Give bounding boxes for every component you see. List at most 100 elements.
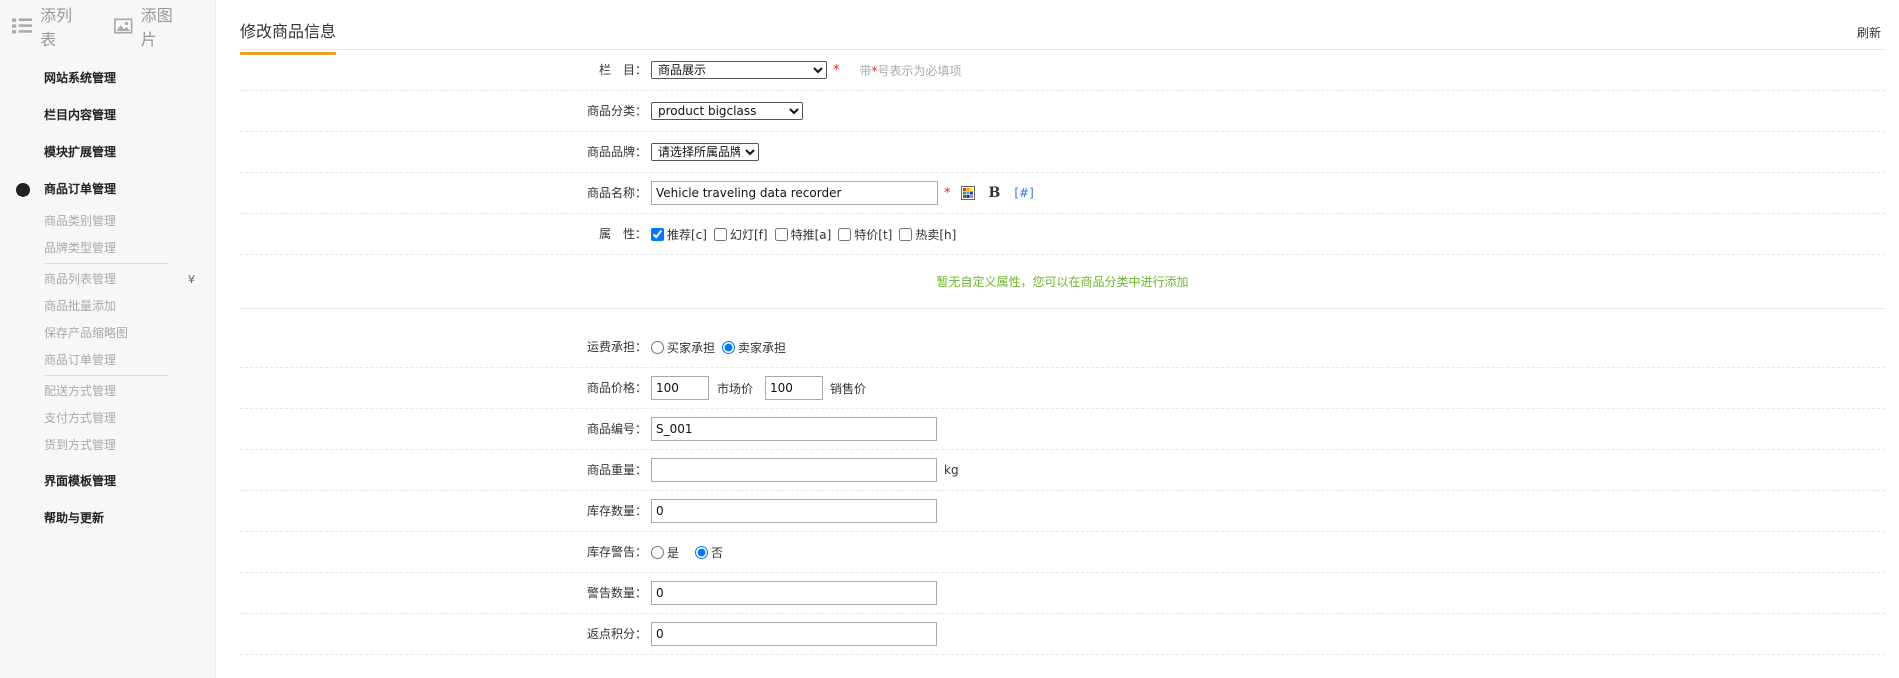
form-row-attributes: 属 性： 推荐[c] 幻灯[f] 特推[a] 特价[t] 热卖[h]	[240, 214, 1885, 255]
required-hint: 带*号表示为必填项	[859, 63, 962, 78]
form-row-column: 栏 目： 商品展示 * 带*号表示为必填项	[240, 50, 1885, 91]
sku-label: 商品编号：	[586, 422, 647, 436]
expand-arrow-icon[interactable]: ¥	[188, 266, 195, 293]
menu-label: 界面模板管理	[44, 474, 117, 488]
form-row-brand: 商品品牌： 请选择所属品牌	[240, 132, 1885, 173]
menu-product-order[interactable]: 商品订单管理	[0, 171, 215, 208]
attr-special-checkbox[interactable]: 特价[t]	[838, 226, 892, 243]
menu-help-update[interactable]: 帮助与更新	[0, 500, 215, 537]
sidebar-item-cod[interactable]: 货到方式管理	[0, 432, 215, 459]
radio-label: 卖家承担	[738, 340, 787, 355]
menu-label: 网站系统管理	[44, 71, 117, 85]
checkbox[interactable]	[899, 227, 913, 241]
weight-unit: kg	[944, 463, 959, 477]
form-row-price: 商品价格： 市场价 销售价	[240, 368, 1885, 409]
sidebar-item-brand-type[interactable]: 品牌类型管理	[0, 235, 215, 262]
stock-warning-yes-radio[interactable]: 是	[651, 544, 679, 561]
bold-toggle-icon[interactable]: B	[989, 185, 1001, 201]
sku-input[interactable]	[651, 417, 937, 441]
points-label: 返点积分：	[586, 627, 647, 641]
stock-warning-no-radio[interactable]: 否	[695, 544, 723, 561]
sidebar-item-product-list[interactable]: 商品列表管理 ¥	[0, 266, 215, 293]
form-row-points: 返点积分：	[240, 614, 1885, 655]
attr-hot-checkbox[interactable]: 热卖[h]	[899, 226, 956, 243]
main-content: 修改商品信息 刷新 栏 目： 商品展示 * 带*号表示为必填项 商品分类： pr…	[240, 0, 1885, 655]
attr-recommend-checkbox[interactable]: 推荐[c]	[651, 226, 707, 243]
checkbox[interactable]	[651, 227, 664, 241]
menu-module-extension[interactable]: 模块扩展管理	[0, 134, 215, 171]
sidebar-item-delivery[interactable]: 配送方式管理	[0, 378, 215, 405]
page-header: 修改商品信息 刷新	[240, 0, 1885, 55]
checkbox[interactable]	[713, 227, 727, 241]
add-list-button[interactable]: 添列表	[12, 2, 80, 50]
image-icon	[114, 18, 133, 34]
price-label: 商品价格：	[586, 381, 647, 395]
form-row-weight: 商品重量： kg	[240, 450, 1885, 491]
column-select[interactable]: 商品展示	[651, 61, 827, 79]
warning-qty-input[interactable]	[651, 581, 937, 605]
radio-label: 买家承担	[667, 340, 716, 355]
sidebar-item-label: 支付方式管理	[44, 411, 117, 425]
sidebar-item-payment[interactable]: 支付方式管理	[0, 405, 215, 432]
sidebar-item-label: 配送方式管理	[44, 384, 117, 398]
radio[interactable]	[651, 340, 664, 354]
shipping-seller-radio[interactable]: 卖家承担	[722, 339, 786, 356]
sidebar-item-label: 保存产品缩略图	[44, 326, 129, 340]
shipping-buyer-radio[interactable]: 买家承担	[651, 339, 715, 356]
sidebar-item-batch-add[interactable]: 商品批量添加	[0, 293, 215, 320]
menu-label: 商品订单管理	[44, 182, 117, 196]
submenu-divider	[44, 263, 169, 264]
stock-label: 库存数量：	[586, 504, 647, 518]
submenu-divider	[44, 375, 169, 376]
sidebar-item-product-category[interactable]: 商品类别管理	[0, 208, 215, 235]
side-menu: 网站系统管理 栏目内容管理 模块扩展管理 商品订单管理 商品类别管理 品牌类型管…	[0, 52, 215, 537]
form-row-sku: 商品编号：	[240, 409, 1885, 450]
add-image-button[interactable]: 添图片	[114, 2, 181, 50]
checkbox[interactable]	[774, 227, 788, 241]
attr-featured-checkbox[interactable]: 特推[a]	[774, 226, 831, 243]
list-icon	[12, 18, 33, 34]
sidebar-item-save-thumbnail[interactable]: 保存产品缩略图	[0, 320, 215, 347]
category-select[interactable]: product bigclass	[651, 102, 803, 120]
color-picker-icon[interactable]	[960, 186, 975, 200]
radio-label: 是	[667, 545, 680, 560]
market-price-input[interactable]	[651, 376, 709, 400]
menu-column-content[interactable]: 栏目内容管理	[0, 97, 215, 134]
required-mark: *	[944, 185, 951, 201]
link-button[interactable]: [#]	[1014, 186, 1033, 200]
checkbox-label: 特价[t]	[854, 227, 893, 242]
weight-input[interactable]	[651, 458, 937, 482]
attr-slide-checkbox[interactable]: 幻灯[f]	[713, 226, 768, 243]
radio[interactable]	[722, 340, 736, 354]
product-name-input[interactable]	[651, 181, 938, 205]
sidebar-item-label: 商品批量添加	[44, 299, 117, 313]
form-row-warning-qty: 警告数量：	[240, 573, 1885, 614]
submenu-product-order: 商品类别管理 品牌类型管理 商品列表管理 ¥ 商品批量添加 保存产品缩略图 商品订…	[0, 208, 215, 463]
checkbox-label: 热卖[h]	[915, 227, 957, 242]
sidebar: 添列表 添图片 网站系统管理 栏目内容管理 模块扩展管理 商品订单管理 商品类别…	[0, 0, 216, 678]
sidebar-item-order-management[interactable]: 商品订单管理	[0, 347, 215, 374]
form-row-stock: 库存数量：	[240, 491, 1885, 532]
category-label: 商品分类：	[586, 104, 647, 118]
sale-price-input[interactable]	[765, 376, 824, 400]
form-row-stock-warning: 库存警告： 是 否	[240, 532, 1885, 573]
radio[interactable]	[695, 545, 709, 559]
sidebar-item-label: 品牌类型管理	[44, 241, 117, 255]
stock-input[interactable]	[651, 499, 937, 523]
refresh-link[interactable]: 刷新	[1857, 24, 1881, 41]
points-input[interactable]	[651, 622, 937, 646]
radio-label: 否	[711, 545, 724, 560]
chevron-down-icon	[16, 183, 30, 201]
menu-website-system[interactable]: 网站系统管理	[0, 60, 215, 97]
checkbox-label: 幻灯[f]	[729, 227, 768, 242]
menu-label: 栏目内容管理	[44, 108, 117, 122]
checkbox[interactable]	[838, 227, 852, 241]
sidebar-item-label: 商品订单管理	[44, 353, 117, 367]
brand-select[interactable]: 请选择所属品牌	[651, 143, 759, 161]
add-image-label: 添图片	[140, 6, 173, 49]
stock-warning-label: 库存警告：	[586, 545, 647, 559]
form-row-name: 商品名称： * B [#]	[240, 173, 1885, 214]
radio[interactable]	[651, 545, 664, 559]
menu-template[interactable]: 界面模板管理	[0, 463, 215, 500]
